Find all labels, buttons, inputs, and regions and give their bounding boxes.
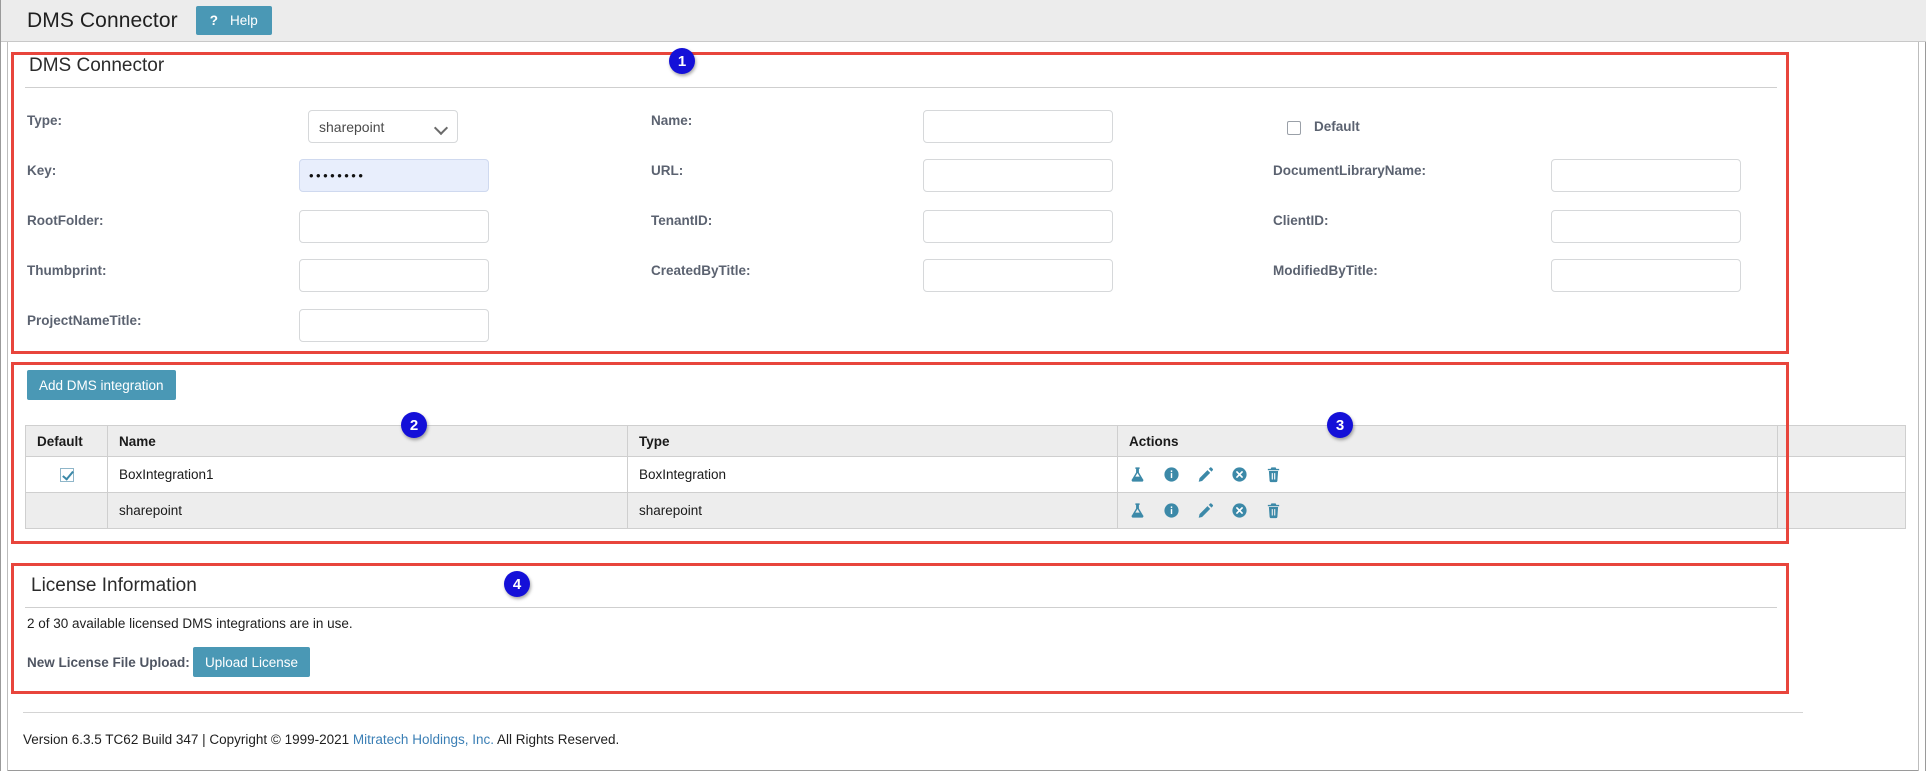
page-title: DMS Connector — [27, 9, 178, 33]
edit-pencil-icon[interactable] — [1197, 502, 1214, 519]
dms-connector-page: DMS Connector ? Help DMS Connector Type:… — [0, 0, 1926, 771]
info-icon[interactable] — [1163, 502, 1180, 519]
row-default-cell[interactable] — [26, 493, 108, 529]
row-default-checkbox-checked[interactable] — [60, 468, 74, 482]
label-createdbytitle: CreatedByTitle: — [651, 263, 751, 278]
documentlibraryname-input[interactable] — [1551, 159, 1741, 192]
info-icon[interactable] — [1163, 466, 1180, 483]
thumbprint-input[interactable] — [299, 259, 489, 292]
label-rootfolder: RootFolder: — [27, 213, 104, 228]
delete-trash-icon[interactable] — [1265, 502, 1282, 519]
license-panel-divider — [25, 607, 1777, 608]
footer-rights-text: All Rights Reserved. — [494, 732, 619, 747]
label-modifiedbytitle: ModifiedByTitle: — [1273, 263, 1378, 278]
table-row[interactable]: sharepoint sharepoint — [26, 493, 1906, 529]
delete-trash-icon[interactable] — [1265, 466, 1282, 483]
license-panel-title: License Information — [31, 575, 197, 597]
dms-integrations-table: Default Name Type Actions BoxIntegration… — [25, 425, 1906, 529]
label-projectnametitle: ProjectNameTitle: — [27, 313, 142, 328]
help-button-label: Help — [230, 13, 258, 28]
column-header-spacer — [1778, 426, 1906, 457]
default-checkbox[interactable] — [1287, 121, 1301, 135]
help-button[interactable]: ? Help — [196, 6, 272, 35]
label-default: Default — [1314, 119, 1360, 134]
license-usage-text: 2 of 30 available licensed DMS integrati… — [27, 616, 353, 631]
rootfolder-input[interactable] — [299, 210, 489, 243]
annotation-badge-1: 1 — [669, 48, 695, 74]
license-upload-label: New License File Upload: — [27, 655, 190, 670]
row-spacer-cell — [1778, 457, 1906, 493]
left-gutter — [1, 42, 8, 771]
annotation-box-1 — [11, 52, 1789, 354]
name-input[interactable] — [923, 110, 1113, 143]
column-header-actions[interactable]: Actions — [1118, 426, 1778, 457]
label-url: URL: — [651, 163, 683, 178]
label-clientid: ClientID: — [1273, 213, 1329, 228]
footer-divider — [23, 712, 1803, 713]
row-actions-cell — [1118, 493, 1778, 529]
table-header-row: Default Name Type Actions — [26, 426, 1906, 457]
key-input[interactable] — [299, 159, 489, 192]
label-documentlibraryname: DocumentLibraryName: — [1273, 163, 1426, 178]
column-header-name[interactable]: Name — [108, 426, 628, 457]
row-type-cell: sharepoint — [628, 493, 1118, 529]
deactivate-icon[interactable] — [1231, 502, 1248, 519]
connector-panel-divider — [25, 87, 1777, 88]
column-header-default[interactable]: Default — [26, 426, 108, 457]
label-name: Name: — [651, 113, 692, 128]
table-row[interactable]: BoxIntegration1 BoxIntegration — [26, 457, 1906, 493]
type-select-value: sharepoint — [319, 119, 435, 135]
row-type-cell: BoxIntegration — [628, 457, 1118, 493]
footer-text: Version 6.3.5 TC62 Build 347 | Copyright… — [23, 732, 619, 747]
flask-icon[interactable] — [1129, 466, 1146, 483]
row-actions-cell — [1118, 457, 1778, 493]
tenantid-input[interactable] — [923, 210, 1113, 243]
row-name-cell: sharepoint — [108, 493, 628, 529]
label-tenantid: TenantID: — [651, 213, 712, 228]
createdbytitle-input[interactable] — [923, 259, 1113, 292]
annotation-badge-2: 2 — [401, 412, 427, 438]
edit-pencil-icon[interactable] — [1197, 466, 1214, 483]
row-default-cell[interactable] — [26, 457, 108, 493]
right-gutter — [1918, 42, 1925, 771]
annotation-badge-4: 4 — [504, 571, 530, 597]
footer-company-link[interactable]: Mitratech Holdings, Inc. — [353, 732, 494, 747]
row-spacer-cell — [1778, 493, 1906, 529]
clientid-input[interactable] — [1551, 210, 1741, 243]
deactivate-icon[interactable] — [1231, 466, 1248, 483]
url-input[interactable] — [923, 159, 1113, 192]
label-key: Key: — [27, 163, 56, 178]
question-mark-icon: ? — [210, 13, 218, 28]
connector-panel-title: DMS Connector — [29, 55, 164, 77]
upload-license-button[interactable]: Upload License — [193, 647, 310, 677]
add-dms-integration-button[interactable]: Add DMS integration — [27, 370, 176, 400]
projectnametitle-input[interactable] — [299, 309, 489, 342]
type-select[interactable]: sharepoint — [308, 110, 458, 143]
label-type: Type: — [27, 113, 62, 128]
annotation-badge-3: 3 — [1327, 412, 1353, 438]
modifiedbytitle-input[interactable] — [1551, 259, 1741, 292]
footer-version-text: Version 6.3.5 TC62 Build 347 | Copyright… — [23, 732, 353, 747]
chevron-down-icon — [435, 121, 447, 133]
label-thumbprint: Thumbprint: — [27, 263, 106, 278]
row-name-cell: BoxIntegration1 — [108, 457, 628, 493]
window-header: DMS Connector ? Help — [1, 0, 1926, 42]
flask-icon[interactable] — [1129, 502, 1146, 519]
column-header-type[interactable]: Type — [628, 426, 1118, 457]
